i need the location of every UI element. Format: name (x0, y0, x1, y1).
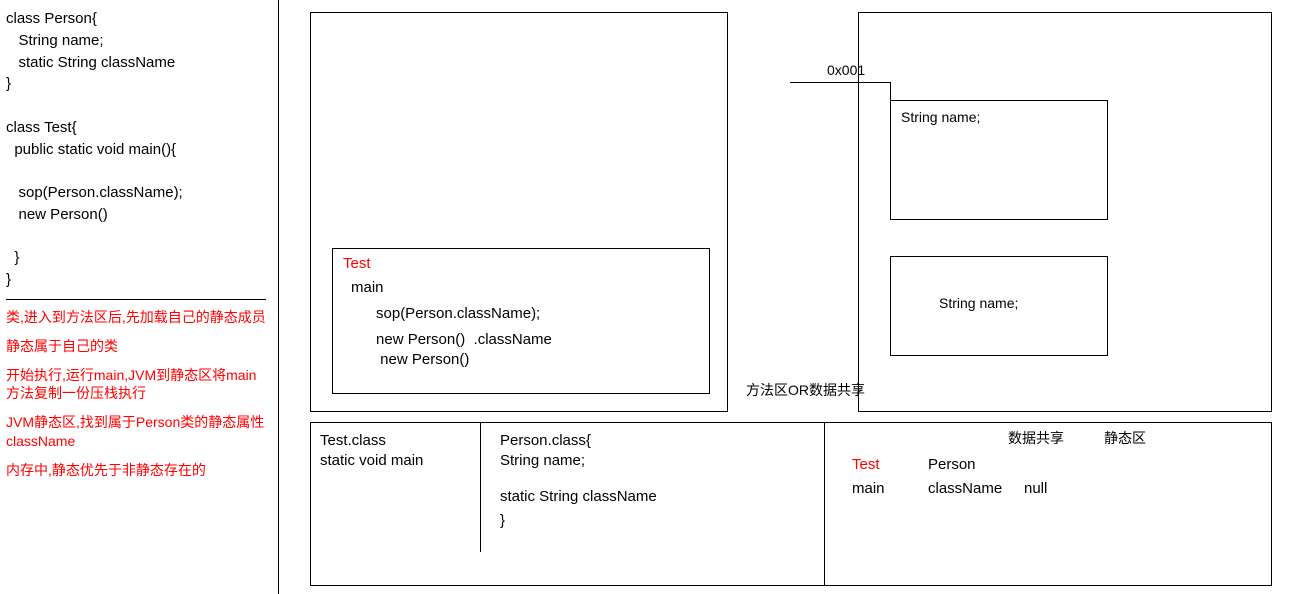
method-sep-1 (480, 422, 481, 552)
vertical-divider (278, 0, 279, 594)
heap-obj2-field: String name; (939, 295, 1018, 311)
method-sep-2 (824, 422, 825, 586)
stack-frame: Test main sop(Person.className); new Per… (332, 248, 710, 394)
method-person-line3: static String className (500, 488, 657, 505)
note-5: 内存中,静态优先于非静态存在的 (6, 461, 269, 480)
heap-address: 0x001 (827, 62, 865, 78)
left-panel: class Person{ String name; static String… (0, 0, 275, 594)
heap-obj1-field: String name; (901, 109, 980, 125)
stack-frame-title: Test (343, 255, 371, 272)
shared-person-head: Person (928, 456, 976, 473)
stack-line-3: new Person() .className (351, 331, 552, 348)
addr-hline (790, 82, 890, 83)
method-person-line2: String name; (500, 452, 585, 469)
stack-line-4: new Person() (351, 351, 469, 368)
shared-person-cn: className (928, 480, 1002, 497)
stack-line-2: sop(Person.className); (351, 305, 540, 322)
stack-line-1: main (351, 279, 384, 296)
method-person-line1: Person.class{ (500, 432, 591, 449)
heap-object-2: String name; (890, 256, 1108, 356)
shared-null: null (1024, 480, 1047, 497)
method-person-line4: } (500, 512, 505, 529)
hr-divider (6, 299, 266, 300)
shared-label-1: 数据共享 (1008, 428, 1064, 448)
note-4: JVM静态区,找到属于Person类的静态属性className (6, 413, 269, 451)
shared-test-head: Test (852, 456, 880, 473)
shared-test-main: main (852, 480, 885, 497)
heap-object-1: String name; (890, 100, 1108, 220)
method-area-label: 方法区OR数据共享 (746, 380, 865, 400)
addr-vline (890, 82, 891, 100)
code-listing: class Person{ String name; static String… (6, 8, 269, 291)
method-test-line2: static void main (320, 452, 423, 469)
note-2: 静态属于自己的类 (6, 337, 269, 356)
note-1: 类,进入到方法区后,先加载自己的静态成员 (6, 308, 269, 327)
method-test-line1: Test.class (320, 432, 386, 449)
note-3: 开始执行,运行main,JVM到静态区将main方法复制一份压栈执行 (6, 366, 269, 404)
shared-label-2: 静态区 (1104, 428, 1146, 448)
